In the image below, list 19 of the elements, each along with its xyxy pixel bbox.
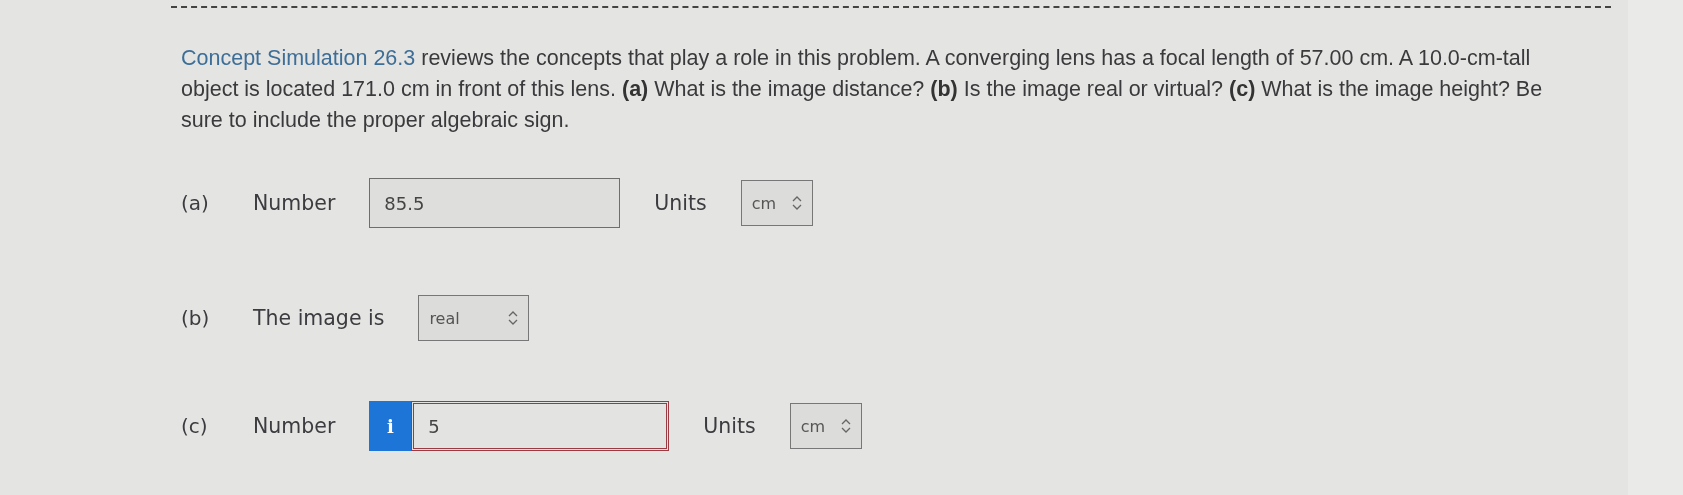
number-field[interactable]: 5 xyxy=(411,401,670,451)
field-label: The image is xyxy=(253,306,385,330)
concept-link[interactable]: Concept Simulation 26.3 xyxy=(181,46,416,70)
field-label: Number xyxy=(253,191,336,215)
info-button[interactable]: i xyxy=(369,401,412,451)
up-down-caret-icon xyxy=(508,311,519,325)
part-label: (b) xyxy=(181,306,211,330)
choice-dropdown[interactable]: real xyxy=(418,295,530,341)
units-dropdown[interactable]: cm xyxy=(789,403,863,449)
up-down-caret-icon xyxy=(841,419,852,433)
number-field[interactable]: 85.5 xyxy=(369,178,621,228)
field-label: Number xyxy=(253,414,336,438)
units-label: Units xyxy=(654,191,707,215)
up-down-caret-icon xyxy=(792,196,803,210)
units-label: Units xyxy=(703,414,756,438)
units-dropdown[interactable]: cm xyxy=(740,180,814,226)
part-label: (c) xyxy=(181,414,209,438)
part-label: (a) xyxy=(181,191,210,215)
question-text: Concept Simulation 26.3 reviews the concepts that play a role in this problem. A converging lens has a focal length of 57.00 cm. A 10.0-cm-tall object is located 171.0 cm in front of this lens. (a) What is the image distance? (b) Is the image real or virtual? (c) What is the image height? Be sure to include the proper algebraic sign. xyxy=(181,45,1544,134)
